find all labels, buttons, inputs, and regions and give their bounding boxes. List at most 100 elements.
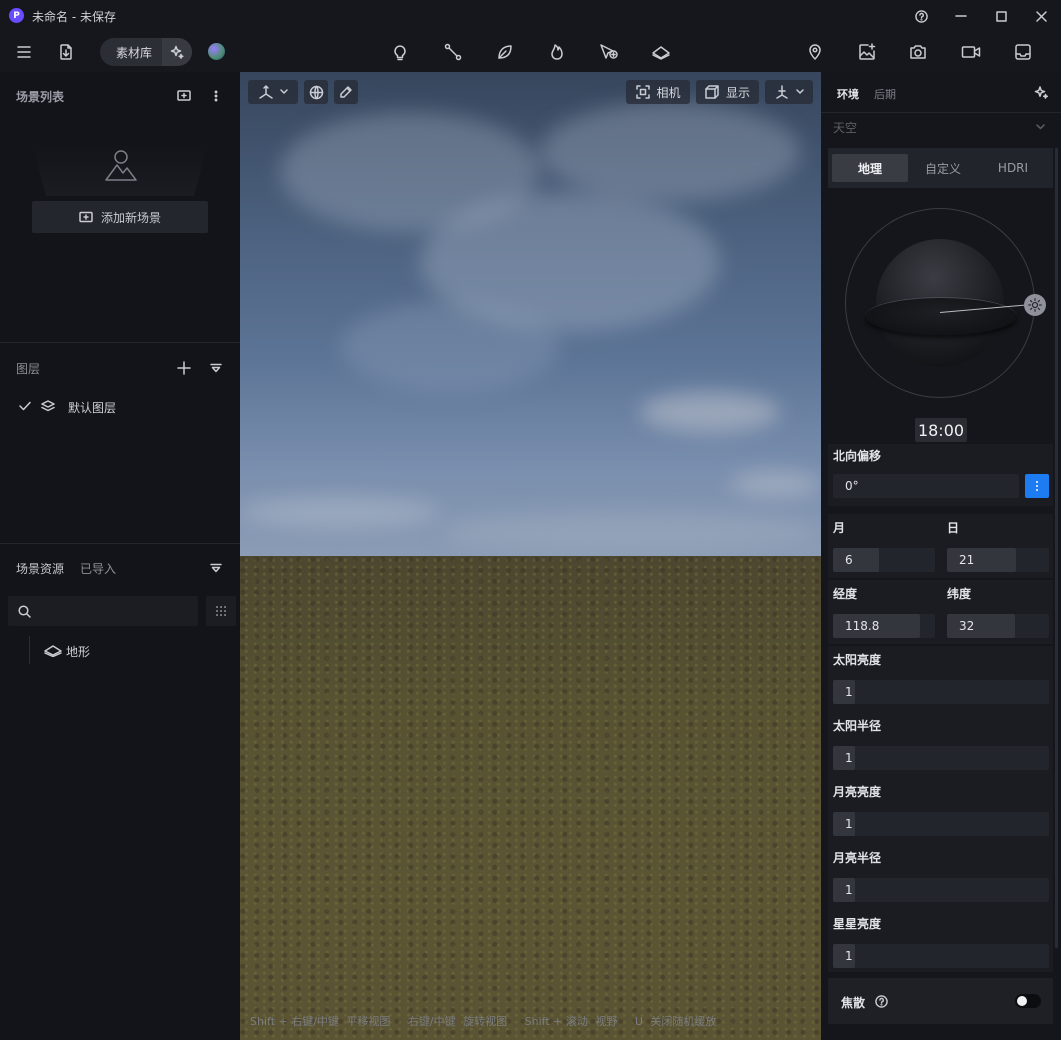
defocus-toggle[interactable] [1015, 994, 1041, 1008]
add-scene-button[interactable]: 添加新场景 [32, 201, 208, 233]
camera-frame-icon [635, 85, 650, 100]
search-input[interactable] [8, 596, 198, 626]
help-icon[interactable] [914, 9, 928, 23]
globe-button[interactable] [304, 80, 328, 104]
sun-brightness-value: 1 [845, 685, 853, 699]
camera-button[interactable]: 相机 [626, 80, 690, 104]
terrain-ground [240, 556, 821, 1040]
terrain-asset-icon [44, 642, 62, 658]
moon-radius-value: 1 [845, 883, 853, 897]
moon-radius-input[interactable]: 1 [833, 878, 1049, 902]
assets-filter-icon[interactable] [208, 560, 223, 575]
longitude-label: 经度 [833, 587, 858, 601]
star-brightness-label: 星星亮度 [833, 917, 882, 931]
chevron-down-icon[interactable] [1035, 122, 1045, 132]
add-scene-small-icon[interactable] [176, 88, 191, 103]
layer-filter-icon[interactable] [208, 360, 223, 375]
transform-dropdown[interactable] [248, 80, 298, 104]
star-brightness-input[interactable]: 1 [833, 944, 1049, 968]
asset-item-label: 地形 [66, 645, 91, 659]
north-offset-menu-button[interactable] [1025, 474, 1049, 498]
scene-list-title: 场景列表 [16, 90, 65, 104]
sparkle-icon[interactable] [1033, 84, 1049, 100]
leaf-icon[interactable] [495, 42, 515, 62]
scrollbar[interactable] [1055, 148, 1058, 948]
sun-radius-value: 1 [845, 751, 853, 765]
sky-section-title[interactable]: 天空 [833, 119, 857, 136]
sky-mode-card: 地理 自定义 HDRI [828, 148, 1053, 188]
asset-item[interactable]: 地形 [40, 638, 230, 662]
import-file-icon[interactable] [56, 42, 76, 62]
library-button[interactable]: 素材库 [100, 38, 192, 66]
display-label: 显示 [725, 85, 750, 100]
check-icon[interactable] [18, 399, 32, 413]
star-brightness-value: 1 [845, 949, 853, 963]
month-slider[interactable]: 6 [833, 548, 935, 572]
display-cube-icon [705, 85, 720, 100]
sun-brightness-input[interactable]: 1 [833, 680, 1049, 704]
layer-item[interactable]: 默认图层 [0, 394, 240, 418]
add-layer-icon[interactable] [176, 360, 191, 375]
tab-geographic[interactable]: 地理 [832, 154, 908, 182]
moon-brightness-label: 月亮亮度 [833, 785, 882, 799]
sun-radius-input[interactable]: 1 [833, 746, 1049, 770]
location-icon[interactable] [805, 42, 825, 62]
help-icon[interactable] [874, 994, 888, 1008]
add-scene-label: 添加新场景 [100, 210, 161, 225]
hint-key: 右键/中键 [407, 1015, 456, 1028]
light-icon[interactable] [390, 42, 410, 62]
sparkle-icon [169, 44, 185, 60]
tab-hdri[interactable]: HDRI [978, 154, 1048, 182]
time-value: 18:00 [917, 420, 965, 440]
fire-icon[interactable] [547, 42, 567, 62]
tree-line [29, 636, 30, 664]
month-label: 月 [833, 521, 846, 535]
export-icon[interactable] [1013, 42, 1033, 62]
terrain-icon[interactable] [650, 42, 672, 62]
cursor-plus-icon[interactable] [598, 42, 620, 62]
latitude-slider-fill [947, 614, 1016, 638]
moon-brightness-input[interactable]: 1 [833, 812, 1049, 836]
day-value: 21 [959, 553, 975, 567]
tab-environment[interactable]: 环境 [837, 86, 859, 102]
north-offset-label: 北向偏移 [833, 449, 882, 463]
day-label: 日 [947, 521, 960, 535]
tab-custom[interactable]: 自定义 [908, 154, 978, 182]
menu-icon[interactable] [16, 44, 32, 60]
sun-dial[interactable] [845, 208, 1046, 398]
longitude-slider[interactable]: 118.8 [833, 614, 935, 638]
display-button[interactable]: 显示 [696, 80, 759, 104]
grid-view-button[interactable] [206, 596, 236, 626]
grid-dots-icon [214, 604, 228, 618]
ai-assist-button[interactable] [162, 38, 192, 66]
latitude-slider[interactable]: 32 [947, 614, 1049, 638]
main-toolbar: 素材库 [0, 32, 1061, 72]
close-icon[interactable] [1034, 9, 1048, 23]
minimize-icon[interactable] [954, 9, 968, 23]
sky-backdrop [240, 72, 821, 556]
sun-handle-icon[interactable] [1024, 294, 1046, 316]
tab-post[interactable]: 后期 [874, 86, 896, 102]
hint-key: Shift + 右键/中键 [250, 1015, 339, 1028]
date-card: 月 日 6 21 [828, 514, 1053, 578]
path-icon[interactable] [443, 42, 463, 62]
month-value: 6 [845, 553, 853, 567]
eyedropper-button[interactable] [334, 80, 358, 104]
maximize-icon[interactable] [994, 9, 1008, 23]
navigation-dropdown[interactable] [765, 80, 813, 104]
globe-icon [309, 85, 324, 100]
north-offset-input[interactable]: 0° [833, 474, 1019, 498]
video-icon[interactable] [960, 42, 982, 62]
coordinates-card: 经度 纬度 118.8 32 [828, 580, 1053, 644]
viewport-3d[interactable]: 相机 显示 Shift + 右键/中键 平移视图 右键/中键 旋转视图 Shif… [240, 72, 821, 1040]
more-icon[interactable] [208, 88, 223, 103]
tab-imported[interactable]: 已导入 [80, 560, 116, 577]
day-slider[interactable]: 21 [947, 548, 1049, 572]
horizon-disc [865, 297, 1017, 335]
image-plus-icon[interactable] [857, 42, 877, 62]
camera-icon[interactable] [908, 42, 928, 62]
time-display[interactable]: 18:00 [915, 418, 967, 442]
latitude-label: 纬度 [947, 587, 972, 601]
sun-brightness-label: 太阳亮度 [833, 653, 882, 667]
material-ball-icon[interactable] [208, 43, 225, 60]
